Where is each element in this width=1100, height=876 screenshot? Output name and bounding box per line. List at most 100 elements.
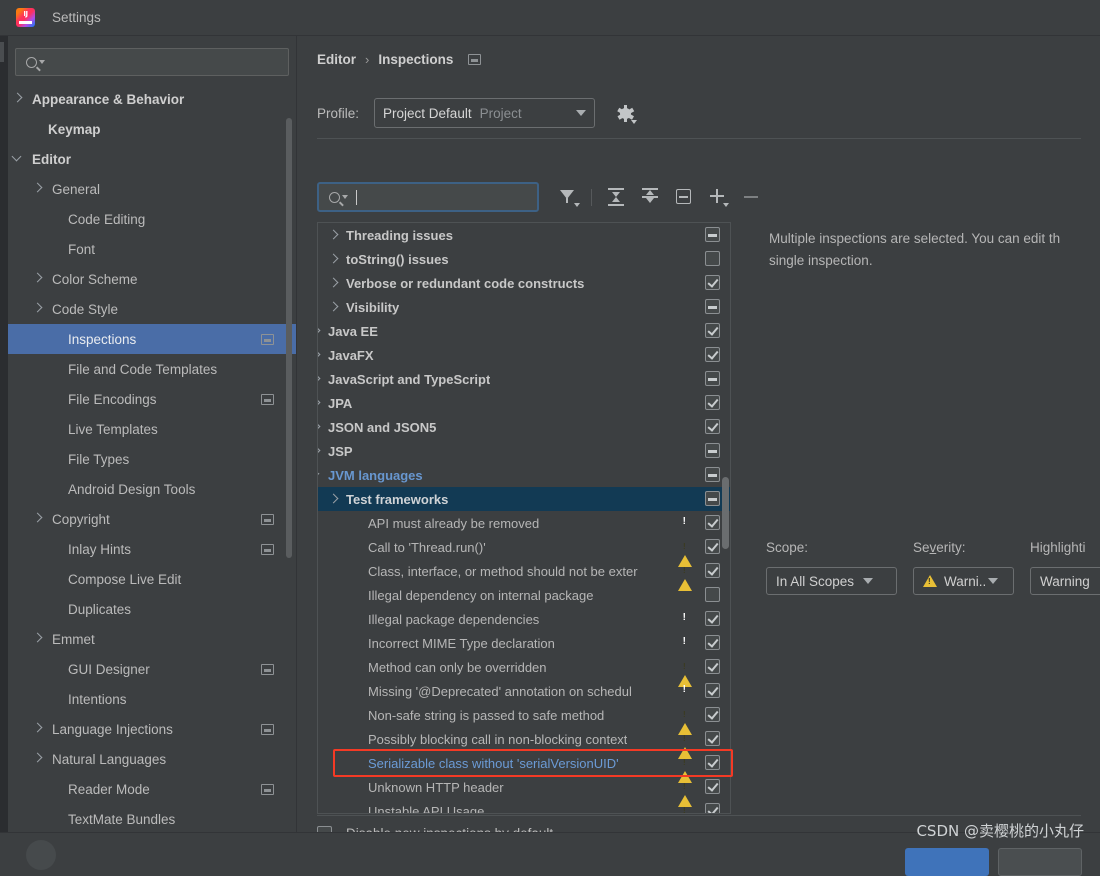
inspection-row[interactable]: JavaScript and TypeScript — [318, 367, 730, 391]
sidebar-search-input[interactable] — [15, 48, 289, 76]
sidebar-item-file-encodings[interactable]: File Encodings — [8, 384, 296, 414]
chevron-right-icon[interactable] — [328, 301, 340, 313]
sidebar-item-inspections[interactable]: Inspections — [8, 324, 296, 354]
inspection-enabled-checkbox[interactable] — [705, 683, 720, 698]
inspection-row[interactable]: Non-safe string is passed to safe method — [318, 703, 730, 735]
copy-settings-icon[interactable] — [261, 334, 274, 345]
inspection-enabled-checkbox[interactable] — [705, 323, 720, 338]
copy-settings-icon[interactable] — [261, 514, 274, 525]
remove-icon[interactable] — [738, 183, 766, 211]
sidebar-item-font[interactable]: Font — [8, 234, 296, 264]
chevron-right-icon[interactable] — [328, 493, 340, 505]
inspection-enabled-checkbox[interactable] — [705, 731, 720, 746]
inspection-search-input[interactable] — [317, 182, 539, 212]
inspection-enabled-checkbox[interactable] — [705, 539, 720, 554]
severity-select[interactable]: Warni.. — [913, 567, 1014, 595]
breadcrumb-parent[interactable]: Editor — [317, 52, 356, 67]
chevron-right-icon[interactable] — [318, 445, 322, 457]
sidebar-scrollbar-track[interactable] — [286, 96, 294, 656]
inspection-enabled-checkbox[interactable] — [705, 707, 720, 722]
copy-settings-icon[interactable] — [261, 394, 274, 405]
reset-icon[interactable] — [670, 183, 698, 211]
chevron-right-icon[interactable] — [328, 253, 340, 265]
expand-all-icon[interactable] — [602, 183, 630, 211]
inspection-enabled-checkbox[interactable] — [705, 779, 720, 794]
sidebar-item-natural-languages[interactable]: Natural Languages — [8, 744, 296, 774]
chevron-right-icon[interactable] — [318, 373, 322, 385]
inspection-scrollbar-thumb[interactable] — [722, 477, 729, 549]
sidebar-item-copyright[interactable]: Copyright — [8, 504, 296, 534]
chevron-right-icon[interactable] — [318, 349, 322, 361]
inspection-enabled-checkbox[interactable] — [705, 803, 720, 813]
inspection-enabled-checkbox[interactable] — [705, 755, 720, 770]
sidebar-item-compose-live-edit[interactable]: Compose Live Edit — [8, 564, 296, 594]
inspection-row[interactable]: Missing '@Deprecated' annotation on sche… — [318, 679, 730, 703]
sidebar-item-code-editing[interactable]: Code Editing — [8, 204, 296, 234]
inspection-row[interactable]: Unstable API Usage — [318, 799, 730, 813]
ok-button[interactable] — [905, 848, 989, 876]
inspection-row[interactable]: JavaFX — [318, 343, 730, 367]
inspection-enabled-checkbox[interactable] — [705, 299, 720, 314]
inspection-row[interactable]: Incorrect MIME Type declaration — [318, 631, 730, 655]
inspection-row[interactable]: Method can only be overridden — [318, 655, 730, 687]
inspection-enabled-checkbox[interactable] — [705, 635, 720, 650]
profile-select[interactable]: Project Default Project — [374, 98, 596, 128]
sidebar-item-duplicates[interactable]: Duplicates — [8, 594, 296, 624]
sidebar-item-emmet[interactable]: Emmet — [8, 624, 296, 654]
collapse-all-icon[interactable] — [636, 183, 664, 211]
inspection-row[interactable]: Class, interface, or method should not b… — [318, 559, 730, 591]
inspection-enabled-checkbox[interactable] — [705, 419, 720, 434]
inspection-row[interactable]: Unknown HTTP header — [318, 775, 730, 807]
search-dropdown-caret-icon[interactable] — [342, 195, 348, 199]
sidebar-item-file-and-code-templates[interactable]: File and Code Templates — [8, 354, 296, 384]
inspection-row[interactable]: API must already be removed — [318, 511, 730, 535]
sidebar-item-live-templates[interactable]: Live Templates — [8, 414, 296, 444]
inspection-enabled-checkbox[interactable] — [705, 491, 720, 506]
inspection-row[interactable]: Serializable class without 'serialVersio… — [318, 751, 730, 783]
highlighting-select[interactable]: Warning — [1030, 567, 1100, 595]
chevron-right-icon[interactable] — [32, 753, 44, 765]
chevron-right-icon[interactable] — [318, 325, 322, 337]
copy-settings-icon[interactable] — [261, 784, 274, 795]
sidebar-item-inlay-hints[interactable]: Inlay Hints — [8, 534, 296, 564]
filter-icon[interactable] — [555, 183, 583, 211]
sidebar-item-editor[interactable]: Editor — [8, 144, 296, 174]
inspection-enabled-checkbox[interactable] — [705, 659, 720, 674]
sidebar-item-general[interactable]: General — [8, 174, 296, 204]
chevron-right-icon[interactable] — [32, 633, 44, 645]
copy-settings-icon[interactable] — [261, 664, 274, 675]
inspection-row[interactable]: JPA — [318, 391, 730, 415]
inspection-enabled-checkbox[interactable] — [705, 371, 720, 386]
chevron-down-icon[interactable] — [12, 153, 24, 165]
chevron-down-icon[interactable] — [318, 469, 322, 481]
help-button[interactable] — [26, 840, 56, 870]
scope-select[interactable]: In All Scopes — [766, 567, 897, 595]
sidebar-item-reader-mode[interactable]: Reader Mode — [8, 774, 296, 804]
inspection-row[interactable]: Threading issues — [318, 223, 730, 247]
chevron-right-icon[interactable] — [328, 277, 340, 289]
chevron-right-icon[interactable] — [12, 93, 24, 105]
sidebar-scrollbar-thumb[interactable] — [286, 118, 292, 558]
chevron-right-icon[interactable] — [328, 229, 340, 241]
inspection-enabled-checkbox[interactable] — [705, 587, 720, 602]
inspection-row[interactable]: JSP — [318, 439, 730, 463]
inspection-row[interactable]: Illegal dependency on internal package — [318, 583, 730, 607]
sidebar-item-file-types[interactable]: File Types — [8, 444, 296, 474]
chevron-right-icon[interactable] — [32, 183, 44, 195]
inspection-row[interactable]: Call to 'Thread.run()' — [318, 535, 730, 567]
copy-settings-icon[interactable] — [468, 54, 482, 65]
sidebar-item-appearance-behavior[interactable]: Appearance & Behavior — [8, 84, 296, 114]
inspection-enabled-checkbox[interactable] — [705, 251, 720, 266]
chevron-right-icon[interactable] — [32, 303, 44, 315]
inspection-row[interactable]: Test frameworks — [318, 487, 730, 511]
inspection-enabled-checkbox[interactable] — [705, 275, 720, 290]
chevron-right-icon[interactable] — [318, 421, 322, 433]
sidebar-item-code-style[interactable]: Code Style — [8, 294, 296, 324]
inspection-row[interactable]: JVM languages — [318, 463, 730, 487]
sidebar-item-language-injections[interactable]: Language Injections — [8, 714, 296, 744]
inspection-enabled-checkbox[interactable] — [705, 395, 720, 410]
inspection-row[interactable]: Visibility — [318, 295, 730, 319]
inspection-enabled-checkbox[interactable] — [705, 515, 720, 530]
inspection-enabled-checkbox[interactable] — [705, 347, 720, 362]
sidebar-item-android-design-tools[interactable]: Android Design Tools — [8, 474, 296, 504]
